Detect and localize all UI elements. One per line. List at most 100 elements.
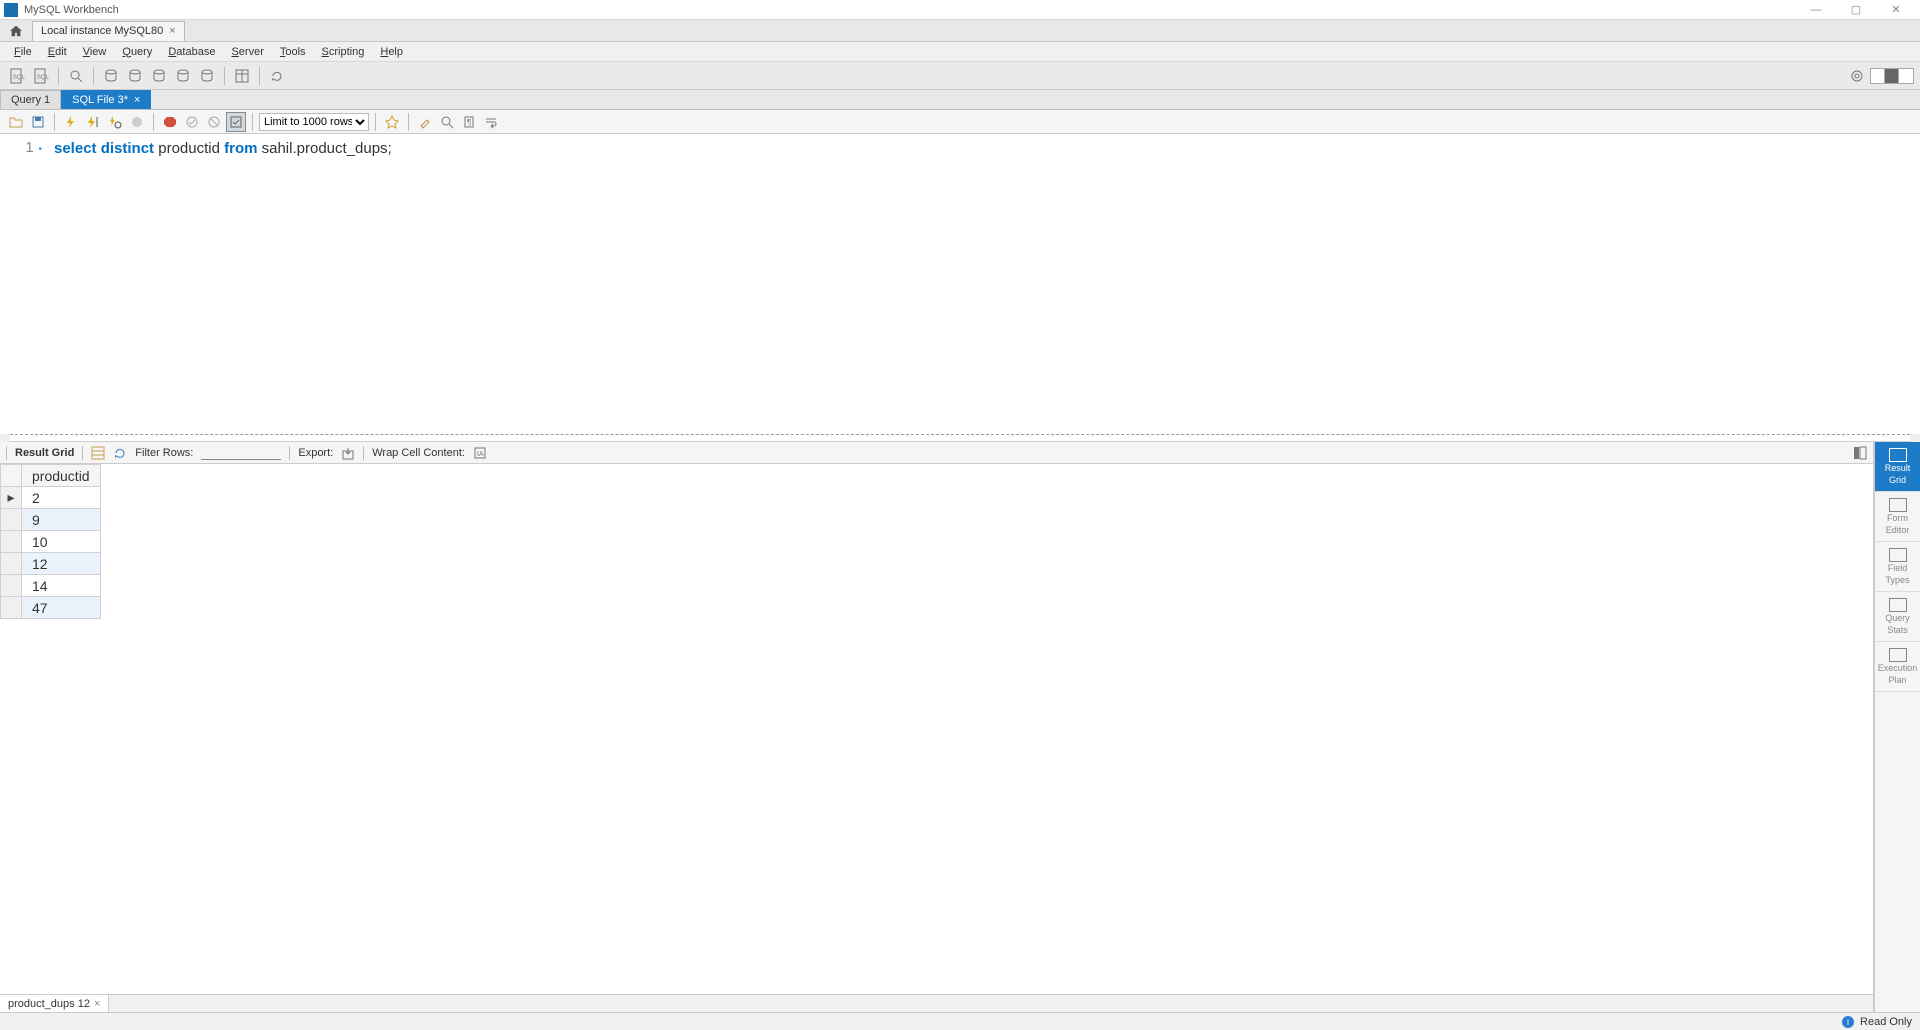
sql-editor[interactable]: 1 • select distinct productid from sahil…	[0, 134, 1920, 434]
separator	[58, 67, 59, 85]
open-file-button[interactable]	[6, 112, 26, 132]
menu-database[interactable]: Database	[160, 44, 223, 60]
side-tab-field[interactable]: FieldTypes	[1875, 542, 1920, 592]
editor-gutter: 1 •	[0, 134, 48, 434]
grid-view-icon[interactable]	[91, 446, 105, 460]
paragraph-icon: ¶	[462, 115, 476, 129]
panel-collapse-icon[interactable]	[1853, 446, 1867, 460]
side-tab-icon	[1889, 448, 1907, 462]
menu-tools[interactable]: Tools	[272, 44, 314, 60]
row-selector[interactable]	[1, 509, 22, 531]
db-icon-4[interactable]	[172, 65, 194, 87]
connection-tab[interactable]: Local instance MySQL80 ×	[32, 21, 185, 41]
rollback-button[interactable]	[204, 112, 224, 132]
sql-file-icon: SQL	[9, 68, 25, 84]
side-tab-result[interactable]: ResultGrid	[1875, 442, 1920, 492]
cell-value[interactable]: 12	[22, 553, 101, 575]
open-sql-button[interactable]: SQL	[30, 65, 52, 87]
cell-value[interactable]: 14	[22, 575, 101, 597]
row-selector[interactable]	[1, 553, 22, 575]
commit-button[interactable]	[182, 112, 202, 132]
result-grid-area[interactable]: productid ▸2910121447	[0, 464, 1873, 994]
export-icon[interactable]	[341, 446, 355, 460]
toggle-invisible-button[interactable]: ¶	[459, 112, 479, 132]
toggle-right-panel[interactable]	[1899, 69, 1913, 83]
separator	[408, 113, 409, 131]
row-selector[interactable]: ▸	[1, 487, 22, 509]
query-tab-active[interactable]: SQL File 3* ×	[61, 90, 151, 109]
menu-view[interactable]: View	[75, 44, 115, 60]
menu-scripting[interactable]: Scripting	[314, 44, 373, 60]
splitter[interactable]	[10, 434, 1910, 442]
reconnect-button[interactable]	[266, 65, 288, 87]
row-selector[interactable]	[1, 531, 22, 553]
db-icon-1[interactable]	[100, 65, 122, 87]
separator	[259, 67, 260, 85]
table-row[interactable]: 14	[1, 575, 101, 597]
menu-query[interactable]: Query	[114, 44, 160, 60]
cell-value[interactable]: 2	[22, 487, 101, 509]
side-tab-label: Execution	[1878, 664, 1918, 674]
connection-tab-label: Local instance MySQL80	[41, 25, 163, 37]
wrap-cell-icon[interactable]: IA	[473, 446, 487, 460]
execute-current-button[interactable]	[83, 112, 103, 132]
execute-button[interactable]	[61, 112, 81, 132]
filter-rows-input[interactable]	[201, 446, 281, 460]
brush-button[interactable]	[415, 112, 435, 132]
sql-toolbar: Limit to 1000 rows ¶	[0, 110, 1920, 134]
sql-keyword: distinct	[101, 140, 154, 157]
menu-file[interactable]: File	[6, 44, 40, 60]
row-selector[interactable]	[1, 575, 22, 597]
editor-content[interactable]: select distinct productid from sahil.pro…	[48, 134, 1920, 434]
column-header[interactable]: productid	[22, 465, 101, 487]
table-row[interactable]: 47	[1, 597, 101, 619]
new-sql-tab-button[interactable]: SQL	[6, 65, 28, 87]
nocommit-button[interactable]	[160, 112, 180, 132]
result-tab[interactable]: product_dups 12 ×	[0, 995, 109, 1012]
maximize-button[interactable]: ▢	[1836, 0, 1876, 20]
side-tab-execution[interactable]: Execution Plan	[1875, 642, 1920, 692]
close-icon[interactable]: ×	[134, 94, 140, 106]
side-tab-form[interactable]: FormEditor	[1875, 492, 1920, 542]
cell-value[interactable]: 9	[22, 509, 101, 531]
row-limit-select[interactable]: Limit to 1000 rows	[259, 113, 369, 131]
toggle-bottom-panel[interactable]	[1885, 69, 1899, 83]
table-row[interactable]: 9	[1, 509, 101, 531]
row-selector[interactable]	[1, 597, 22, 619]
close-icon[interactable]: ×	[94, 998, 100, 1010]
stop-button[interactable]	[127, 112, 147, 132]
table-row[interactable]: ▸2	[1, 487, 101, 509]
save-button[interactable]	[28, 112, 48, 132]
refresh-icon[interactable]	[113, 446, 127, 460]
settings-button[interactable]	[1846, 65, 1868, 87]
separator	[224, 67, 225, 85]
wrap-button[interactable]	[481, 112, 501, 132]
side-tab-query[interactable]: QueryStats	[1875, 592, 1920, 642]
query-tab[interactable]: Query 1	[0, 90, 61, 109]
table-data-button[interactable]	[231, 65, 253, 87]
table-row[interactable]: 12	[1, 553, 101, 575]
menu-server[interactable]: Server	[223, 44, 271, 60]
menu-edit[interactable]: Edit	[40, 44, 75, 60]
cell-value[interactable]: 10	[22, 531, 101, 553]
find-button[interactable]	[437, 112, 457, 132]
db-icon-5[interactable]	[196, 65, 218, 87]
side-tab-icon	[1889, 498, 1907, 512]
minimize-button[interactable]: —	[1796, 0, 1836, 20]
explain-button[interactable]	[105, 112, 125, 132]
results-panel: Result Grid Filter Rows: Export: Wrap Ce…	[0, 442, 1920, 1012]
table-row[interactable]: 10	[1, 531, 101, 553]
cell-value[interactable]: 47	[22, 597, 101, 619]
side-tab-label: Plan	[1888, 676, 1906, 686]
menu-help[interactable]: Help	[372, 44, 411, 60]
db-icon-3[interactable]	[148, 65, 170, 87]
close-icon[interactable]: ×	[169, 25, 175, 37]
close-button[interactable]: ✕	[1876, 0, 1916, 20]
inspector-button[interactable]	[65, 65, 87, 87]
beautify-button[interactable]	[382, 112, 402, 132]
autocommit-button[interactable]	[226, 112, 246, 132]
toggle-left-panel[interactable]	[1871, 69, 1885, 83]
home-button[interactable]	[4, 21, 28, 41]
db-icon-2[interactable]	[124, 65, 146, 87]
query-tab-label: SQL File 3*	[72, 94, 128, 106]
